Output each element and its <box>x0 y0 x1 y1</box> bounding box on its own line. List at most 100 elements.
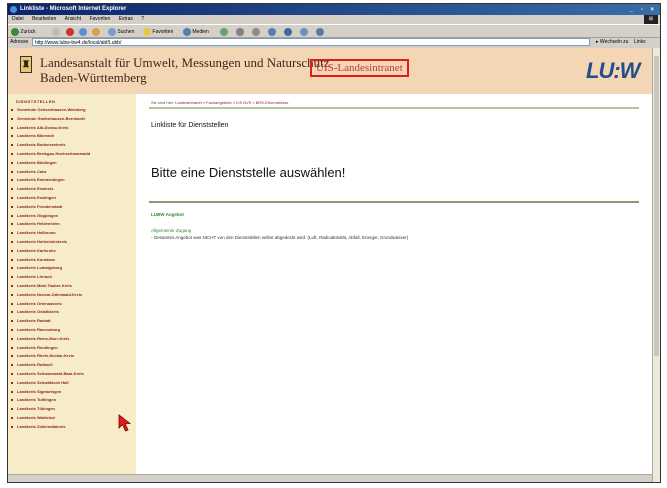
bullet-icon <box>11 408 13 411</box>
sidebar-item[interactable]: Landkreis Tuttlingen <box>8 396 136 405</box>
bullet-icon <box>11 425 13 428</box>
sidebar-item[interactable]: Landkreis Enzkreis <box>8 185 136 194</box>
bullet-icon <box>11 258 13 261</box>
scrollbar-thumb[interactable] <box>654 56 659 356</box>
sidebar-item-label: Landkreis Rems-Murr-Kreis <box>17 335 70 341</box>
sidebar-item[interactable]: Landkreis Heilbronn <box>8 229 136 238</box>
sidebar-item-label: Landkreis Lörrach <box>17 274 52 280</box>
bullet-icon <box>11 179 13 182</box>
menu-help[interactable]: ? <box>141 16 144 22</box>
intranet-label[interactable]: UIS-Landesintranet <box>310 59 409 77</box>
breadcrumb-path[interactable]: Landesintranet » Fachangebote » LIS BVS … <box>175 100 288 105</box>
org-name-line2: Baden-Württemberg <box>40 70 147 85</box>
links-button[interactable]: Links <box>634 37 646 47</box>
main-content: Sie sind hier: Landesintranet » Fachange… <box>136 94 652 482</box>
menu-bearbeiten[interactable]: Bearbeiten <box>32 16 56 22</box>
bullet-icon <box>11 170 13 173</box>
sidebar-item[interactable]: Landkreis Schwarzwald-Baar-Kreis <box>8 370 136 379</box>
bullet-icon <box>11 276 13 279</box>
lubw-logo[interactable]: LU:W <box>586 58 640 84</box>
bullet-icon <box>11 223 13 226</box>
vertical-scrollbar[interactable] <box>652 48 660 482</box>
menu-datei[interactable]: Datei <box>12 16 24 22</box>
sidebar-item[interactable]: Landkreis Freudenstadt <box>8 203 136 212</box>
sidebar-item[interactable]: Landkreis Main-Tauber-Kreis <box>8 282 136 291</box>
menu-extras[interactable]: Extras <box>119 16 133 22</box>
sidebar-item[interactable]: Landkreis Rems-Murr-Kreis <box>8 335 136 344</box>
sidebar-item[interactable]: Landkreis Tübingen <box>8 405 136 414</box>
bullet-icon <box>11 346 13 349</box>
sidebar-item-label: Landkreis Ravensburg <box>17 326 61 332</box>
bullet-icon <box>11 311 13 314</box>
bullet-icon <box>11 161 13 164</box>
discuss-icon <box>284 27 292 36</box>
sidebar-item-label: Landkreis Waldshut <box>17 414 55 420</box>
sidebar-item[interactable]: Landkreis Calw <box>8 168 136 177</box>
sidebar-item[interactable]: Landkreis Biberach <box>8 132 136 141</box>
bullet-icon <box>11 320 13 323</box>
allgemeiner-zugang-link[interactable]: Allgemeiner Zugang <box>151 228 191 233</box>
sidebar-item-label: Landkreis Hohenlohekreis <box>17 238 68 244</box>
sidebar-item[interactable]: Landkreis Bodenseekreis <box>8 141 136 150</box>
sidebar-item-label: Landkreis Neckar-Odenwald-Kreis <box>17 291 83 297</box>
sidebar-item[interactable]: Landkreis Alb-Donau-Kreis <box>8 124 136 133</box>
sidebar-item[interactable]: Landkreis Esslingen <box>8 194 136 203</box>
favorites-label: Favoriten <box>152 29 174 35</box>
sidebar-item[interactable]: Gemeinde Ochsenhausen-Weinberg <box>8 106 136 115</box>
sidebar-item[interactable]: Landkreis Zollernalbkreis <box>8 423 136 432</box>
sidebar-item[interactable]: Landkreis Sigmaringen <box>8 388 136 397</box>
menu-ansicht[interactable]: Ansicht <box>65 16 81 22</box>
sidebar-item[interactable]: Landkreis Rottweil <box>8 361 136 370</box>
sidebar-item[interactable]: Landkreis Göppingen <box>8 212 136 221</box>
bullet-icon <box>11 372 13 375</box>
sidebar-item[interactable]: Landkreis Heidenheim <box>8 220 136 229</box>
sidebar-item[interactable]: Landkreis Rastatt <box>8 317 136 326</box>
sidebar-item[interactable]: Landkreis Böblingen <box>8 159 136 168</box>
coat-of-arms-icon: ♜ <box>20 56 32 73</box>
sidebar-item[interactable]: Landkreis Ludwigsburg <box>8 264 136 273</box>
sidebar-item-label: Landkreis Enzkreis <box>17 186 54 192</box>
sidebar-item[interactable]: Landkreis Neckar-Odenwald-Kreis <box>8 291 136 300</box>
forward-arrow-icon <box>52 27 60 36</box>
sidebar-item-label: Landkreis Reutlingen <box>17 344 58 350</box>
sidebar-item[interactable]: Landkreis Schwäbisch Hall <box>8 379 136 388</box>
sidebar-item[interactable]: Landkreis Breisgau-Hochschwarzwald <box>8 150 136 159</box>
sidebar-item[interactable]: Landkreis Ostalbkreis <box>8 308 136 317</box>
bullet-icon <box>11 355 13 358</box>
sidebar-item-label: Landkreis Ostalbkreis <box>17 309 59 315</box>
sidebar-item[interactable]: Landkreis Waldshut <box>8 414 136 423</box>
site-header: ♜ Landesanstalt für Umwelt, Messungen un… <box>8 48 652 94</box>
sidebar-item[interactable]: Landkreis Ortenaukreis <box>8 300 136 309</box>
bullet-icon <box>11 364 13 367</box>
sidebar-item-label: Landkreis Rastatt <box>17 318 51 324</box>
bullet-icon <box>11 337 13 340</box>
bullet-icon <box>11 302 13 305</box>
address-input[interactable]: http://www.lubw-bw4.de/local/abf/Lubb/ <box>32 38 590 46</box>
sidebar-item[interactable]: Landkreis Ravensburg <box>8 326 136 335</box>
sidebar-item[interactable]: Landkreis Emmendingen <box>8 176 136 185</box>
sidebar-item[interactable]: Landkreis Reutlingen <box>8 344 136 353</box>
sidebar-item-label: Landkreis Heilbronn <box>17 230 56 236</box>
sidebar-item[interactable]: Gemeinde Grafenhausen-Bernhardt <box>8 115 136 124</box>
bullet-icon <box>11 267 13 270</box>
sidebar-item-label: Landkreis Göppingen <box>17 212 59 218</box>
sidebar-item-label: Landkreis Sigmaringen <box>17 388 62 394</box>
divider-middle <box>149 201 639 203</box>
sidebar-item[interactable]: Landkreis Karlsruhe <box>8 247 136 256</box>
stop-icon <box>66 27 74 36</box>
sidebar-item-label: Landkreis Tuttlingen <box>17 397 57 403</box>
sidebar-item[interactable]: Landkreis Rhein-Neckar-Kreis <box>8 352 136 361</box>
sidebar-item[interactable]: Landkreis Lörrach <box>8 273 136 282</box>
messenger-icon <box>300 27 308 36</box>
status-bar <box>8 474 652 482</box>
title-bar: Linkliste - Microsoft Internet Explorer … <box>8 4 660 15</box>
sidebar-item[interactable]: Landkreis Konstanz <box>8 256 136 265</box>
sidebar-heading: DIENSTSTELLEN <box>16 99 56 104</box>
sidebar-item-label: Landkreis Tübingen <box>17 406 56 412</box>
bullet-icon <box>11 381 13 384</box>
menu-favoriten[interactable]: Favoriten <box>89 16 110 22</box>
bullet-icon <box>11 196 13 199</box>
go-button[interactable]: ▸ Wechseln zu <box>596 37 628 47</box>
sidebar-item[interactable]: Landkreis Hohenlohekreis <box>8 238 136 247</box>
sidebar-item-label: Landkreis Rhein-Neckar-Kreis <box>17 353 75 359</box>
